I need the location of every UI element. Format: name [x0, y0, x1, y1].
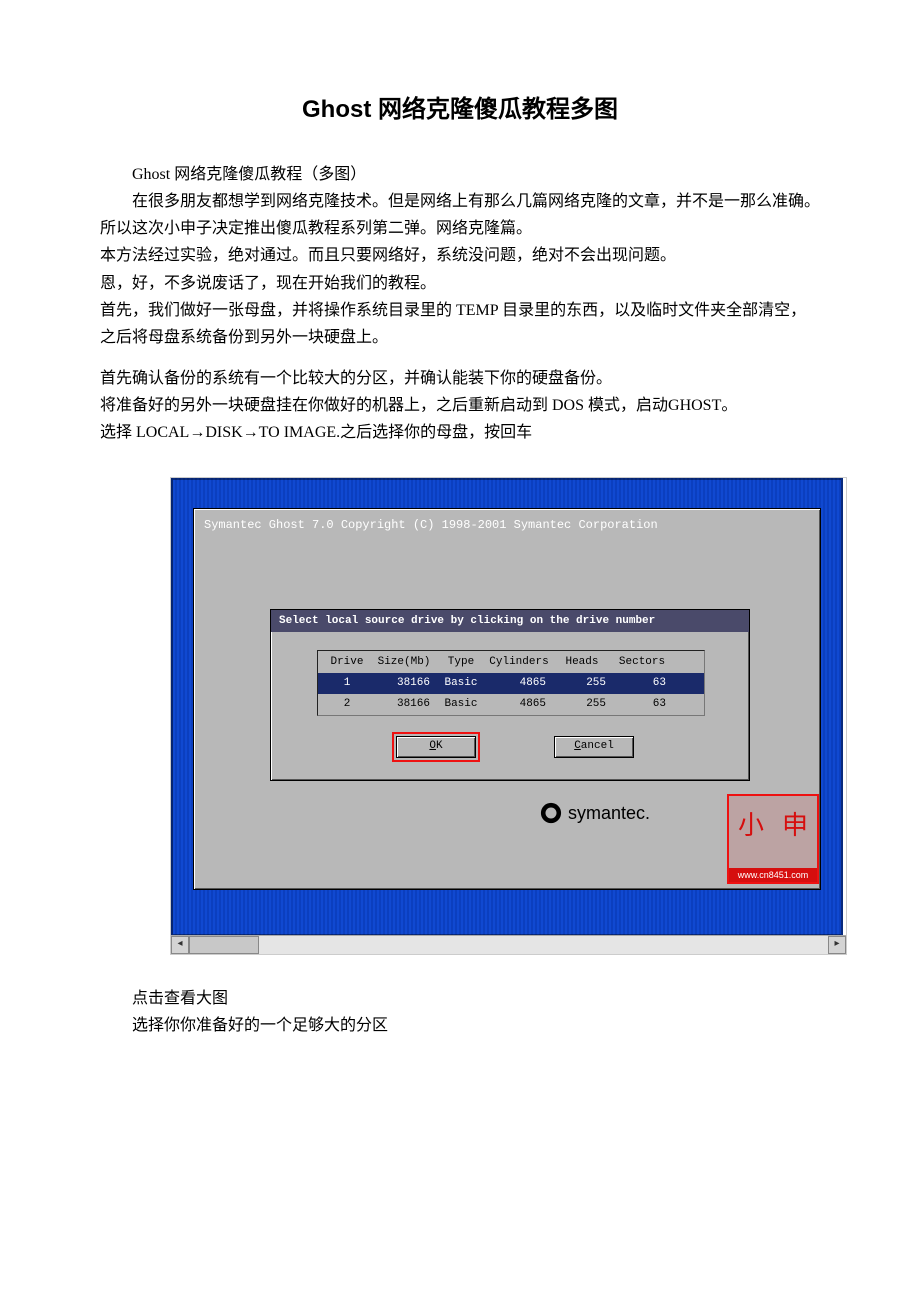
cell-drive: 1	[322, 674, 372, 693]
cell-size: 38166	[372, 674, 436, 693]
symantec-logo: symantec.	[540, 798, 650, 829]
col-drive: Drive	[322, 653, 372, 672]
body-line-1: 所以这次小申子决定推出傻瓜教程系列第二弹。网络克隆篇。	[100, 215, 820, 242]
drive-row-1[interactable]: 1 38166 Basic 4865 255 63	[318, 673, 704, 694]
image-caption: 点击查看大图	[100, 985, 820, 1012]
drive-row-2[interactable]: 2 38166 Basic 4865 255 63	[318, 694, 704, 715]
body-line-6: 将准备好的另外一块硬盘挂在你做好的机器上，之后重新启动到 DOS 模式，启动GH…	[100, 392, 820, 419]
cell-heads: 255	[552, 674, 612, 693]
cancel-button[interactable]: Cancel	[554, 736, 634, 758]
stamp-glyph-1: 小	[738, 804, 764, 848]
stamp-url: www.cn8451.com	[729, 868, 817, 882]
symantec-text: symantec.	[568, 798, 650, 829]
body-line-5: 首先确认备份的系统有一个比较大的分区，并确认能装下你的硬盘备份。	[100, 365, 820, 392]
watermark-stamp: 小 申 www.cn8451.com	[727, 794, 819, 884]
ghost-screenshot: Symantec Ghost 7.0 Copyright (C) 1998-20…	[171, 478, 843, 936]
cell-cyl: 4865	[486, 695, 552, 714]
ok-button[interactable]: OK	[396, 736, 476, 758]
col-type: Type	[436, 653, 486, 672]
scroll-thumb[interactable]	[189, 936, 259, 954]
cell-cyl: 4865	[486, 674, 552, 693]
closing-paragraph: 选择你你准备好的一个足够大的分区	[100, 1012, 820, 1039]
cell-sect: 63	[612, 674, 672, 693]
cell-type: Basic	[436, 674, 486, 693]
cell-size: 38166	[372, 695, 436, 714]
cell-type: Basic	[436, 695, 486, 714]
document-page: Ghost 网络克隆傻瓜教程多图 Ghost 网络克隆傻瓜教程（多图） 在很多朋…	[0, 0, 920, 1099]
intro-paragraph-2: 在很多朋友都想学到网络克隆技术。但是网络上有那么几篇网络克隆的文章，并不是一那么…	[100, 188, 820, 215]
page-title: Ghost 网络克隆傻瓜教程多图	[0, 90, 920, 131]
body-line-3: 恩，好，不多说废话了，现在开始我们的教程。	[100, 270, 820, 297]
body-line-2: 本方法经过实验，绝对通过。而且只要网络好，系统没问题，绝对不会出现问题。	[100, 242, 820, 269]
symantec-icon	[540, 802, 562, 824]
col-size: Size(Mb)	[372, 653, 436, 672]
scroll-left-button[interactable]: ◂	[171, 936, 189, 954]
ghost-window-title: Symantec Ghost 7.0 Copyright (C) 1998-20…	[194, 509, 820, 541]
screenshot-container: Symantec Ghost 7.0 Copyright (C) 1998-20…	[170, 477, 845, 955]
stamp-glyph-2: 申	[782, 804, 808, 848]
select-drive-dialog: Select local source drive by clicking on…	[270, 609, 750, 781]
drive-table-header: Drive Size(Mb) Type Cylinders Heads Sect…	[318, 651, 704, 674]
cell-drive: 2	[322, 695, 372, 714]
scroll-right-button[interactable]: ▸	[828, 936, 846, 954]
horizontal-scrollbar[interactable]: ◂ ▸	[171, 935, 846, 954]
col-heads: Heads	[552, 653, 612, 672]
cell-heads: 255	[552, 695, 612, 714]
col-cylinders: Cylinders	[486, 653, 552, 672]
col-sectors: Sectors	[612, 653, 672, 672]
cell-sect: 63	[612, 695, 672, 714]
intro-paragraph-1: Ghost 网络克隆傻瓜教程（多图）	[100, 161, 820, 188]
body-line-4: 首先，我们做好一张母盘，并将操作系统目录里的 TEMP 目录里的东西，以及临时文…	[100, 297, 820, 351]
drive-table: Drive Size(Mb) Type Cylinders Heads Sect…	[317, 650, 705, 716]
dialog-title: Select local source drive by clicking on…	[271, 610, 749, 633]
body-line-7: 选择 LOCAL→DISK→TO IMAGE.之后选择你的母盘，按回车	[100, 419, 820, 446]
screenshot-frame: Symantec Ghost 7.0 Copyright (C) 1998-20…	[170, 477, 847, 955]
